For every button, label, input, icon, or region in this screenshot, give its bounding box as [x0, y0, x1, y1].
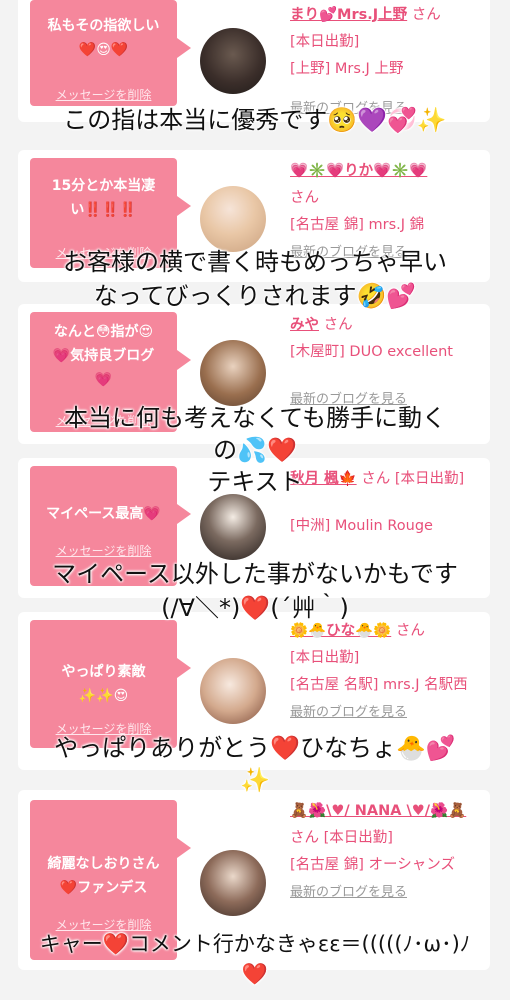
- shop-name: [名古屋 錦] mrs.J 錦: [290, 217, 425, 233]
- avatar[interactable]: [200, 28, 266, 94]
- latest-blog-link[interactable]: 最新のブログを見る: [290, 705, 407, 720]
- username-link[interactable]: 🌼🐣ひな🐣🌼: [290, 623, 391, 639]
- san-label: さん: [290, 190, 319, 206]
- san-label: さん: [411, 7, 441, 23]
- caption-line: マイペース以外した事がないかもです: [52, 560, 458, 588]
- caption-line: キャー❤️コメント行かなきゃεε＝(((((ﾉ･ω･)ﾉ: [39, 932, 471, 956]
- message-bubble: やっぱり素敵 ✨✨😍 メッセージを削除: [30, 620, 191, 748]
- username-link[interactable]: みや: [290, 317, 319, 333]
- status-badge: [本日出勤]: [290, 650, 360, 666]
- status-badge: [本日出勤]: [290, 34, 360, 50]
- message-text: やっぱり素敵 ✨✨😍: [61, 664, 146, 704]
- shop-name: [木屋町] DUO excellent: [290, 344, 453, 360]
- message-text: 15分とか本当凄 い‼️‼️‼️: [51, 178, 156, 218]
- message-text: 綺麗なしおりさん ❤️ファンデス: [47, 856, 160, 896]
- caption-line: ✨: [240, 766, 270, 794]
- username-link[interactable]: 💗✳️💗りか💗✳️💗: [290, 163, 427, 179]
- san-label: さん: [395, 623, 425, 639]
- overlay-caption: キャー❤️コメント行かなきゃεε＝(((((ﾉ･ω･)ﾉ ❤️: [0, 930, 510, 988]
- avatar[interactable]: [200, 186, 266, 252]
- overlay-caption: この指は本当に優秀です🥺💜💞✨: [0, 106, 510, 134]
- username-link[interactable]: まり💕Mrs.J上野: [290, 7, 407, 23]
- status-badge: [本日出勤]: [323, 830, 393, 846]
- overlay-caption: 本当に何も考えなくても勝手に動く の💦❤️ テキスト: [0, 404, 510, 496]
- avatar[interactable]: [200, 340, 266, 406]
- profile-info: 🌼🐣ひな🐣🌼 さん [本日出勤] [名古屋 名駅] mrs.J 名駅西 最新のブ…: [290, 618, 484, 726]
- username-link[interactable]: 🧸🌺\♥/ NANA \♥/🌺🧸: [290, 803, 466, 819]
- shop-name: [名古屋 名駅] mrs.J 名駅西: [290, 677, 468, 693]
- delete-message-link[interactable]: メッセージを削除: [30, 86, 177, 103]
- overlay-caption: マイペース以外した事がないかもです (/∀＼*)❤️(´艸｀): [0, 560, 510, 622]
- message-text: なんと😳指が😍 💗気持良ブログ 💗: [52, 324, 155, 388]
- profile-info: みや さん [木屋町] DUO excellent 最新のブログを見る: [290, 312, 484, 407]
- caption-line: テキスト: [207, 468, 303, 496]
- message-text: マイペース最高💗: [46, 506, 161, 522]
- latest-blog-link[interactable]: 最新のブログを見る: [290, 885, 407, 900]
- caption-line: の💦❤️: [213, 436, 297, 464]
- message-bubble: 私もその指欲しい ❤️😍❤️ メッセージを削除: [30, 0, 191, 106]
- caption-line: ❤️: [241, 962, 269, 986]
- caption-line: (/∀＼*)❤️(´艸｀): [161, 594, 349, 622]
- avatar[interactable]: [200, 850, 266, 916]
- profile-info: まり💕Mrs.J上野 さん [本日出勤] [上野] Mrs.J 上野 最新のブロ…: [290, 2, 484, 116]
- san-label: さん: [290, 830, 319, 846]
- caption-line: お客様の横で書く時もめっちゃ早い: [63, 248, 447, 276]
- san-label: さん: [323, 317, 353, 333]
- caption-line: 本当に何も考えなくても勝手に動く: [63, 404, 447, 432]
- avatar[interactable]: [200, 658, 266, 724]
- profile-info: 🧸🌺\♥/ NANA \♥/🌺🧸 さん [本日出勤] [名古屋 錦] オーシャン…: [290, 798, 484, 906]
- overlay-caption: やっぱりありがとう❤️ひなちょ🐣💕 ✨: [0, 734, 510, 794]
- message-feed: 私もその指欲しい ❤️😍❤️ メッセージを削除 まり💕Mrs.J上野 さん [本日…: [0, 0, 510, 1000]
- caption-line: やっぱりありがとう❤️ひなちょ🐣💕: [54, 734, 456, 762]
- caption-line: この指は本当に優秀です🥺💜💞✨: [63, 106, 447, 134]
- message-card: 私もその指欲しい ❤️😍❤️ メッセージを削除 まり💕Mrs.J上野 さん [本日…: [18, 0, 490, 122]
- shop-name: [中洲] Moulin Rouge: [290, 518, 433, 534]
- delete-message-link[interactable]: メッセージを削除: [30, 542, 177, 559]
- shop-name: [名古屋 錦] オーシャンズ: [290, 857, 455, 873]
- overlay-caption: お客様の横で書く時もめっちゃ早い なってびっくりされます🤣💕: [0, 248, 510, 310]
- avatar[interactable]: [200, 494, 266, 560]
- caption-line: なってびっくりされます🤣💕: [93, 282, 417, 310]
- message-text: 私もその指欲しい ❤️😍❤️: [47, 18, 160, 58]
- shop-name: [上野] Mrs.J 上野: [290, 61, 404, 77]
